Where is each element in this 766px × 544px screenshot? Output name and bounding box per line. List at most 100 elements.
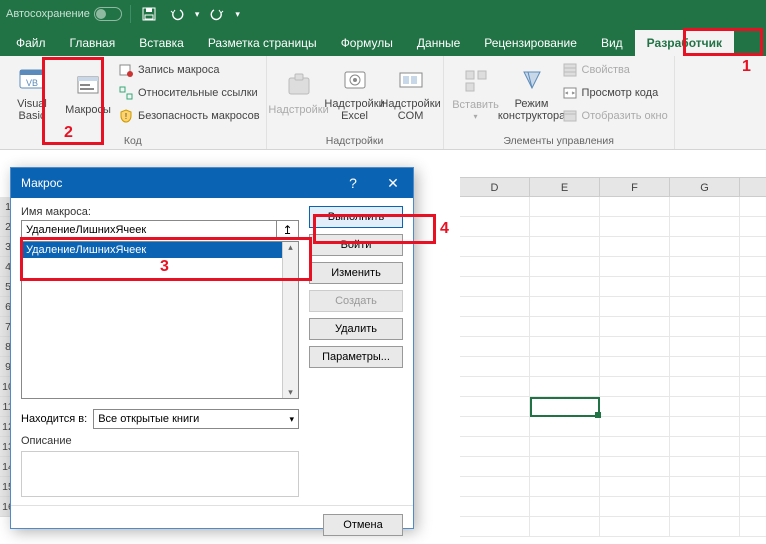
tab-home[interactable]: Главная: [58, 30, 128, 56]
macro-security-label: Безопасность макросов: [138, 110, 260, 122]
macros-icon: [72, 70, 104, 102]
design-mode-label: Режим конструктора: [498, 98, 565, 122]
col-header[interactable]: H: [740, 178, 766, 196]
scrollbar[interactable]: ▴▾: [282, 242, 298, 398]
run-button[interactable]: Выполнить: [309, 206, 403, 228]
security-icon: !: [118, 108, 134, 124]
scroll-up-icon[interactable]: ▴: [288, 242, 293, 253]
macro-list-item[interactable]: УдалениеЛишнихЯчеек: [22, 242, 298, 258]
relative-refs-button[interactable]: Относительные ссылки: [118, 82, 260, 104]
properties-label: Свойства: [582, 64, 630, 76]
macros-in-select[interactable]: Все открытые книги ▾: [93, 409, 299, 429]
addins-icon: [283, 70, 315, 102]
properties-icon: [562, 62, 578, 78]
ribbon: VB Visual Basic Макросы Запись макроса О…: [0, 56, 766, 150]
ribbon-group-addins: Надстройки Надстройки Excel Надстройки C…: [267, 56, 444, 149]
edit-button[interactable]: Изменить: [309, 262, 403, 284]
tab-developer[interactable]: Разработчик: [635, 30, 734, 56]
show-window-icon: [562, 108, 578, 124]
callout-1-number: 1: [742, 58, 751, 76]
collapse-dialog-icon[interactable]: ↥: [277, 220, 299, 240]
com-addins-label: Надстройки COM: [380, 98, 440, 122]
macro-security-button[interactable]: ! Безопасность макросов: [118, 105, 260, 127]
relative-refs-label: Относительные ссылки: [138, 87, 258, 99]
design-mode-button[interactable]: Режим конструктора: [506, 59, 558, 127]
tab-formulas[interactable]: Формулы: [329, 30, 405, 56]
insert-control-icon: [460, 65, 492, 97]
column-headers: D E F G H: [460, 177, 766, 197]
visual-basic-button[interactable]: VB Visual Basic: [6, 59, 58, 127]
autosave-label: Автосохранение: [6, 8, 90, 20]
macros-in-value: Все открытые книги: [98, 413, 199, 425]
col-header[interactable]: G: [670, 178, 740, 196]
properties-button[interactable]: Свойства: [562, 59, 668, 81]
step-into-button[interactable]: Войти: [309, 234, 403, 256]
view-code-label: Просмотр кода: [582, 87, 659, 99]
dialog-help-button[interactable]: ?: [333, 168, 373, 198]
col-header[interactable]: E: [530, 178, 600, 196]
view-code-button[interactable]: Просмотр кода: [562, 82, 668, 104]
addins-label: Надстройки: [268, 104, 328, 116]
visual-basic-icon: VB: [16, 64, 48, 96]
macros-in-label: Находится в:: [21, 413, 87, 425]
relative-refs-icon: [118, 85, 134, 101]
tab-review[interactable]: Рецензирование: [472, 30, 589, 56]
group-controls-label: Элементы управления: [450, 135, 668, 149]
com-addins-button[interactable]: Надстройки COM: [385, 59, 437, 127]
com-addins-icon: [395, 64, 427, 96]
tab-view[interactable]: Вид: [589, 30, 635, 56]
callout-3-number: 3: [160, 258, 169, 276]
delete-button[interactable]: Удалить: [309, 318, 403, 340]
ribbon-group-code: VB Visual Basic Макросы Запись макроса О…: [0, 56, 267, 149]
autosave-toggle[interactable]: Автосохранение: [6, 7, 122, 21]
ribbon-group-controls: Вставить ▾ Режим конструктора Свойства П…: [444, 56, 675, 149]
cancel-button[interactable]: Отмена: [323, 514, 403, 536]
description-label: Описание: [21, 435, 299, 447]
group-code-label: Код: [6, 135, 260, 149]
col-header[interactable]: D: [460, 178, 530, 196]
macros-button[interactable]: Макросы: [62, 59, 114, 127]
dialog-title: Макрос: [21, 176, 62, 190]
tab-layout[interactable]: Разметка страницы: [196, 30, 329, 56]
chevron-down-icon: ▾: [474, 113, 478, 122]
group-addins-label: Надстройки: [273, 135, 437, 149]
tab-insert[interactable]: Вставка: [127, 30, 196, 56]
redo-icon[interactable]: [207, 4, 227, 24]
callout-4-number: 4: [440, 220, 449, 238]
record-icon: [118, 62, 134, 78]
excel-addins-button[interactable]: Надстройки Excel: [329, 59, 381, 127]
svg-text:VB: VB: [26, 78, 38, 88]
qat-customize-icon[interactable]: ▾: [235, 9, 240, 20]
show-window-label: Отобразить окно: [582, 110, 668, 122]
qat-separator: [130, 5, 131, 23]
scroll-down-icon[interactable]: ▾: [288, 387, 293, 398]
options-button[interactable]: Параметры...: [309, 346, 403, 368]
record-macro-button[interactable]: Запись макроса: [118, 59, 260, 81]
save-icon[interactable]: [139, 4, 159, 24]
description-box: [21, 451, 299, 497]
undo-icon[interactable]: [167, 4, 187, 24]
toggle-icon: [94, 7, 122, 21]
macro-dialog: Макрос ? ✕ Имя макроса: ↥ УдалениеЛишних…: [10, 167, 414, 529]
create-button: Создать: [309, 290, 403, 312]
dialog-titlebar[interactable]: Макрос ? ✕: [11, 168, 413, 198]
tab-data[interactable]: Данные: [405, 30, 472, 56]
design-mode-icon: [516, 64, 548, 96]
addins-button[interactable]: Надстройки: [273, 59, 325, 127]
col-header[interactable]: F: [600, 178, 670, 196]
insert-control-button[interactable]: Вставить ▾: [450, 59, 502, 127]
chevron-down-icon: ▾: [289, 414, 294, 425]
worksheet-grid[interactable]: /* placeholder */: [460, 197, 766, 537]
selected-cell[interactable]: [530, 397, 600, 417]
ribbon-tabs: Файл Главная Вставка Разметка страницы Ф…: [0, 28, 766, 56]
show-window-button[interactable]: Отобразить окно: [562, 105, 668, 127]
macro-name-label: Имя макроса:: [21, 206, 299, 218]
tab-file[interactable]: Файл: [4, 30, 58, 56]
visual-basic-label: Visual Basic: [17, 98, 47, 122]
excel-addins-label: Надстройки Excel: [324, 98, 384, 122]
macro-name-input[interactable]: [21, 220, 277, 240]
dialog-close-button[interactable]: ✕: [373, 168, 413, 198]
svg-text:!: !: [125, 112, 127, 121]
undo-dropdown-icon[interactable]: ▾: [195, 9, 200, 20]
title-bar: Автосохранение ▾ ▾: [0, 0, 766, 28]
